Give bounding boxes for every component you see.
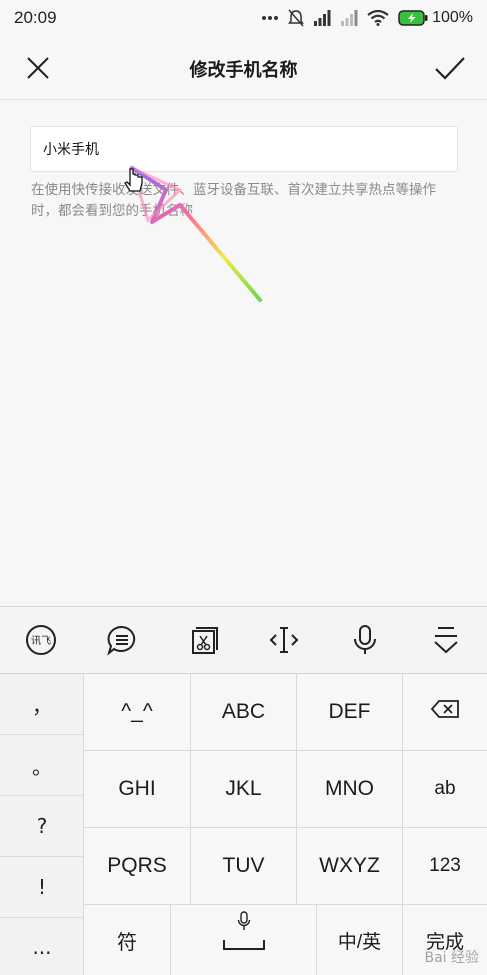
status-bar: 20:09 100%	[0, 0, 487, 36]
microphone-small-icon	[237, 911, 251, 937]
key-emoticon[interactable]: ^_^	[84, 674, 191, 751]
symbol-key[interactable]: ?	[0, 796, 84, 857]
backspace-key[interactable]	[403, 674, 487, 751]
clipboard-scissors-icon[interactable]	[185, 622, 221, 658]
key-abc[interactable]: ABC	[191, 674, 297, 751]
more-dots-icon	[261, 15, 279, 21]
device-name-input[interactable]	[30, 126, 458, 172]
hint-text: 在使用快传接收发送文件、蓝牙设备互联、首次建立共享热点等操作时，都会看到您的手机…	[31, 182, 436, 219]
backspace-icon	[430, 699, 460, 725]
signal-icon	[313, 10, 331, 26]
watermark: Bai 经验	[424, 950, 479, 966]
speech-bubble-icon[interactable]	[104, 622, 140, 658]
symbol-key[interactable]: 。	[0, 735, 84, 796]
key-def[interactable]: DEF	[297, 674, 403, 751]
symbol-key[interactable]: !	[0, 857, 84, 918]
confirm-button[interactable]	[433, 52, 467, 84]
mute-bell-icon	[288, 9, 305, 27]
title-bar: 修改手机名称	[0, 36, 487, 100]
ifly-logo-icon[interactable]: 讯飞	[23, 622, 59, 658]
microphone-icon[interactable]	[347, 622, 383, 658]
keyboard: ， 。 ? ! ... ^_^ ABC DEF GHI JKL MNO ab P…	[0, 673, 487, 975]
key-pqrs[interactable]: PQRS	[84, 828, 191, 905]
space-bar-icon	[223, 940, 265, 950]
key-chinese-english[interactable]: 中/英	[317, 905, 403, 975]
key-123[interactable]: 123	[403, 828, 487, 905]
ifly-logo-text: 讯飞	[31, 635, 51, 647]
key-ab[interactable]: ab	[403, 751, 487, 828]
battery-indicator: 100%	[398, 9, 473, 27]
battery-percent: 100%	[432, 9, 473, 26]
symbol-key[interactable]: ...	[0, 918, 84, 975]
symbol-key[interactable]: ，	[0, 674, 84, 735]
checkmark-icon	[433, 57, 467, 88]
page-title: 修改手机名称	[189, 60, 298, 81]
status-icons: 100%	[261, 9, 473, 27]
symbol-column: ， 。 ? ! ...	[0, 674, 84, 975]
key-ghi[interactable]: GHI	[84, 751, 191, 828]
key-jkl[interactable]: JKL	[191, 751, 297, 828]
cursor-move-icon[interactable]	[266, 622, 302, 658]
keyboard-toolbar: 讯飞	[0, 606, 487, 673]
signal-icon	[340, 10, 358, 26]
battery-charging-icon	[398, 10, 428, 26]
status-time: 20:09	[14, 8, 57, 27]
hide-keyboard-icon[interactable]	[428, 622, 464, 658]
key-tuv[interactable]: TUV	[191, 828, 297, 905]
key-wxyz[interactable]: WXYZ	[297, 828, 403, 905]
space-key[interactable]	[171, 905, 317, 975]
key-mno[interactable]: MNO	[297, 751, 403, 828]
wifi-icon	[367, 10, 389, 26]
key-symbols[interactable]: 符	[84, 905, 171, 975]
